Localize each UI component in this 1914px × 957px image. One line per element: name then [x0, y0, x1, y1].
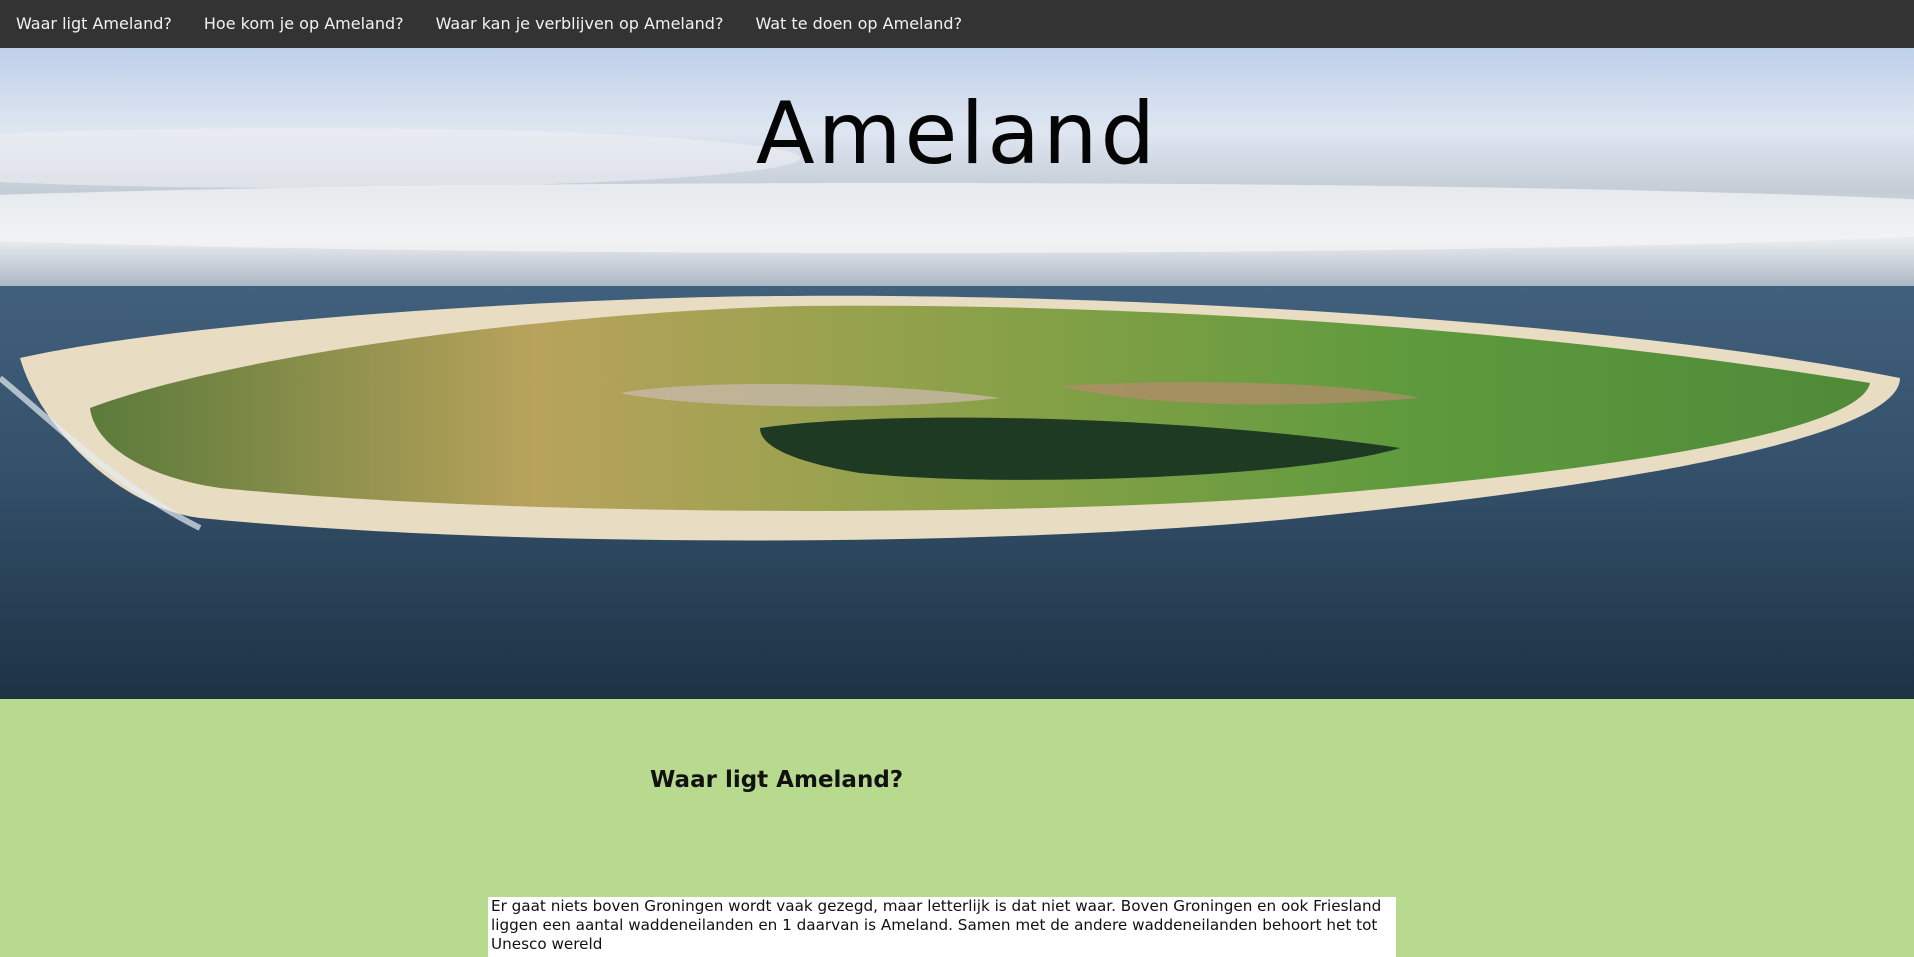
top-navigation: Waar ligt Ameland? Hoe kom je op Ameland… [0, 0, 1914, 48]
nav-link-hoe-kom-je-op-ameland[interactable]: Hoe kom je op Ameland? [188, 0, 420, 48]
section-title: Waar ligt Ameland? [650, 767, 904, 793]
nav-link-waar-ligt-ameland[interactable]: Waar ligt Ameland? [0, 0, 188, 48]
nav-link-waar-kan-je-verblijven[interactable]: Waar kan je verblijven op Ameland? [420, 0, 740, 48]
nav-link-wat-te-doen[interactable]: Wat te doen op Ameland? [739, 0, 978, 48]
hero-title: Ameland [755, 84, 1159, 184]
intro-paragraph: Er gaat niets boven Groningen wordt vaak… [488, 897, 1396, 957]
hero-banner: Ameland [0, 48, 1914, 699]
content-section: Waar ligt Ameland? Er gaat niets boven G… [0, 699, 1914, 957]
cloud-band [0, 183, 1914, 253]
